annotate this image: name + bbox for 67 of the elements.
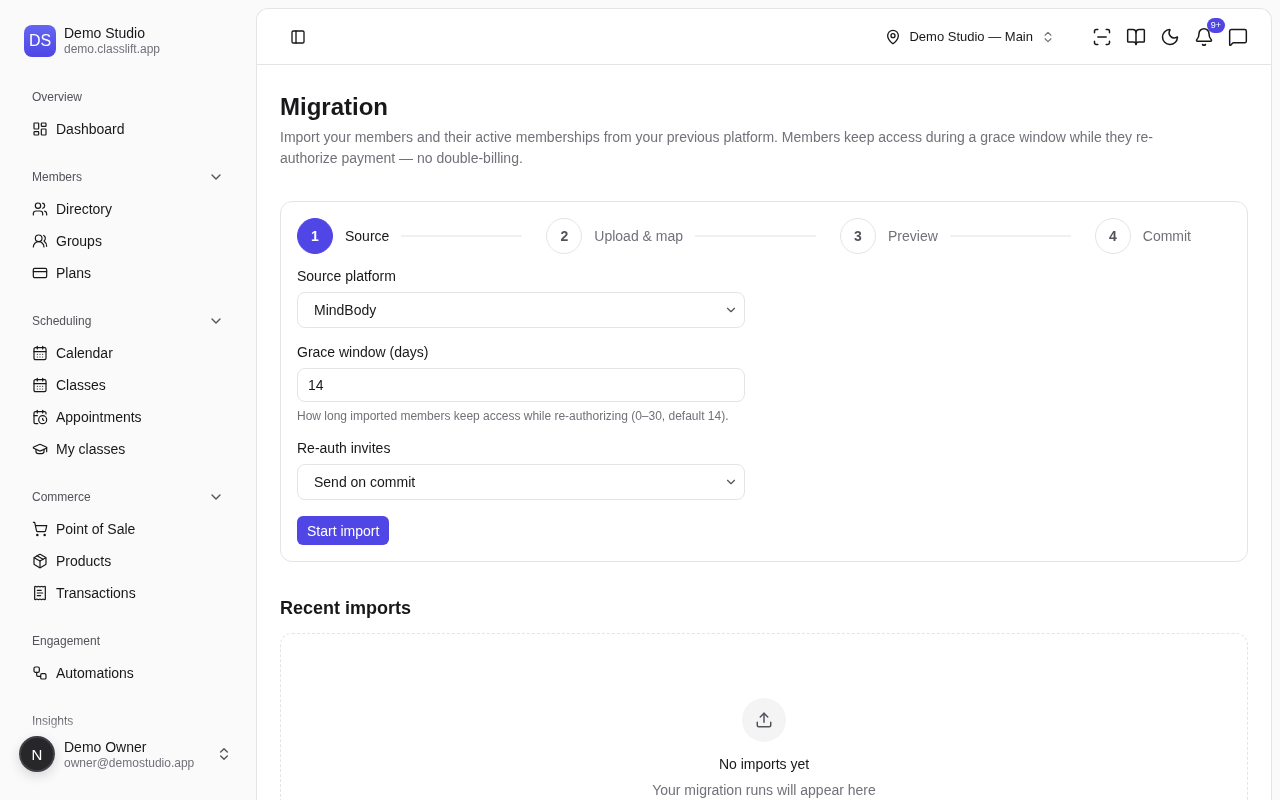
sidebar-item[interactable]: Automations [16,657,240,689]
step-number[interactable]: 1 [297,218,333,254]
cart-icon [32,521,48,537]
input-field[interactable]: 14 [297,368,745,402]
field-label: Grace window (days) [297,344,430,360]
step-label: Source [345,228,390,244]
card-icon [32,265,48,281]
section-heading: Insights [32,714,74,728]
sidebar-item[interactable]: Products [16,545,240,577]
empty-text: Your migration runs will appear here [652,782,876,798]
sidebar-item[interactable]: Dashboard [16,113,240,145]
select-field[interactable]: Send on commit [297,464,745,500]
section-heading: Overview [32,90,82,104]
panel-left-icon [290,28,306,45]
map-pin-icon [885,28,902,45]
empty-title: No imports yet [718,756,810,772]
user-avatar[interactable]: N [19,736,55,772]
step-label: Upload & map [594,228,684,244]
message-icon [1228,26,1248,47]
grid-icon [32,121,48,137]
studio-name: Demo Studio [64,24,146,42]
page-description: Import your members and their active memberships from your previous platform. Members keep access during a grace window while they re-authorize payment — no double-billing. [280,128,1155,168]
users-icon [32,201,48,217]
moon-icon [1160,26,1180,47]
book-icon [1126,26,1146,47]
section-heading: Members [32,170,82,184]
studio-domain: demo.classlift.app [64,42,161,57]
select-field[interactable]: MindBody [297,292,745,328]
calendar-clock-icon [32,409,48,425]
page-title: Migration [280,93,389,121]
calendar-icon [32,345,48,361]
step-label: Commit [1142,228,1191,244]
user-name: Demo Owner [64,737,148,756]
sidebar-item[interactable]: Transactions [16,577,240,609]
calendar-icon [32,377,48,393]
section-heading: Engagement [32,634,101,648]
sidebar-item[interactable]: Classes [16,369,240,401]
studio-logo: DS [24,24,56,57]
step-number[interactable]: 3 [840,218,876,254]
section-title: Recent imports [280,598,413,619]
user-email: owner@demostudio.app [64,755,196,771]
field-label: Source platform [297,268,397,284]
sidebar-item[interactable]: Directory [16,193,240,225]
step-number[interactable]: 2 [546,218,583,254]
step-number[interactable]: 4 [1094,218,1131,254]
package-icon [32,553,48,569]
workflow-icon [32,665,48,681]
sidebar-item[interactable]: Groups [16,225,240,257]
field-label: Re-auth invites [297,440,392,456]
step-label: Preview [888,228,938,244]
upload-icon [755,711,773,729]
location-switcher[interactable]: Demo Studio — Main [879,27,1061,46]
sidebar-item[interactable]: Plans [16,257,240,289]
receipt-icon [32,585,48,601]
sidebar-item[interactable]: My classes [16,433,240,465]
scan-icon [1092,26,1112,47]
sidebar-item[interactable]: Point of Sale [16,513,240,545]
sidebar-item[interactable]: Appointments [16,401,240,433]
sidebar-item[interactable]: Calendar [16,337,240,369]
start-import-button[interactable]: Start import [297,516,390,545]
graduation-cap-icon [32,441,48,457]
section-heading: Scheduling [32,314,92,328]
notification-count: 9+ [1206,17,1225,33]
users-icon [32,233,48,249]
section-heading: Commerce [32,490,91,504]
bell-icon [1194,26,1214,47]
help-text: How long imported members keep access while re-authorizing (0–30, default 14). [297,408,730,424]
